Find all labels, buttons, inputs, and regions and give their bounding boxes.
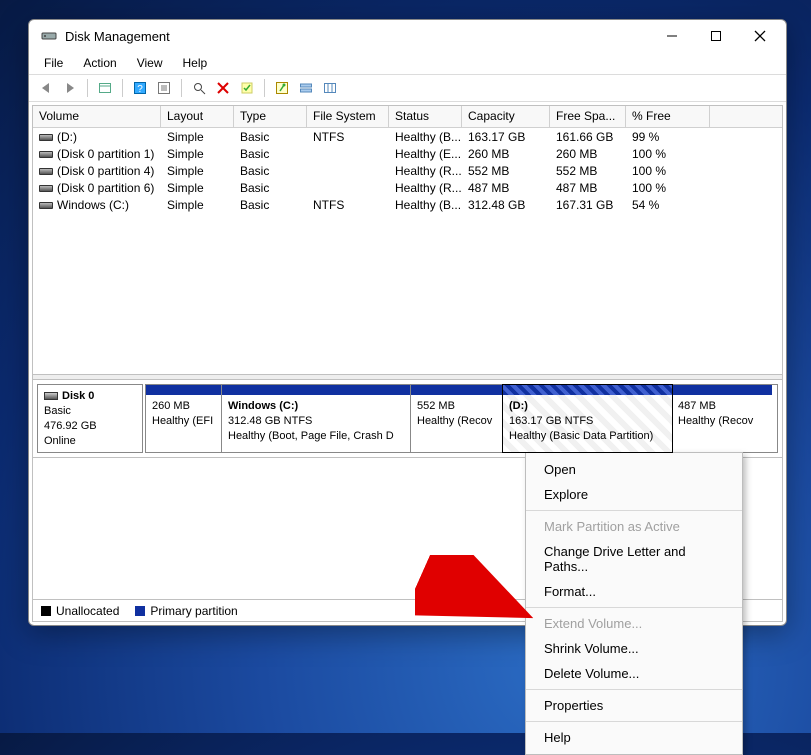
ctx-separator [526, 721, 742, 722]
table-row[interactable]: (Disk 0 partition 1)SimpleBasicHealthy (… [33, 145, 782, 162]
column-status[interactable]: Status [389, 106, 462, 127]
disk-list-button[interactable] [295, 77, 317, 99]
toolbar-separator [87, 79, 88, 97]
ctx-explore[interactable]: Explore [526, 482, 742, 507]
toolbar-separator [122, 79, 123, 97]
column-layout[interactable]: Layout [161, 106, 234, 127]
toolbar: ? [29, 74, 786, 102]
volume-list[interactable]: (D:)SimpleBasicNTFSHealthy (B...163.17 G… [33, 128, 782, 374]
disk-name: Disk 0 [62, 390, 94, 402]
disk-icon [44, 392, 58, 400]
ctx-delete[interactable]: Delete Volume... [526, 661, 742, 686]
legend-primary: Primary partition [135, 604, 237, 618]
ctx-help[interactable]: Help [526, 725, 742, 750]
ctx-open[interactable]: Open [526, 457, 742, 482]
partition[interactable]: Windows (C:)312.48 GB NTFSHealthy (Boot,… [222, 385, 411, 452]
partition[interactable]: 260 MBHealthy (EFI [146, 385, 222, 452]
help-button[interactable]: ? [129, 77, 151, 99]
window-title: Disk Management [65, 29, 650, 44]
ctx-extend: Extend Volume... [526, 611, 742, 636]
ctx-change-letter[interactable]: Change Drive Letter and Paths... [526, 539, 742, 579]
ctx-separator [526, 607, 742, 608]
menu-action[interactable]: Action [74, 54, 125, 72]
app-icon [41, 28, 57, 44]
disk-info[interactable]: Disk 0 Basic 476.92 GB Online [37, 384, 143, 453]
table-row[interactable]: (D:)SimpleBasicNTFSHealthy (B...163.17 G… [33, 128, 782, 145]
table-row[interactable]: (Disk 0 partition 4)SimpleBasicHealthy (… [33, 162, 782, 179]
titlebar: Disk Management [29, 20, 786, 52]
column-free[interactable]: Free Spa... [550, 106, 626, 127]
ctx-format[interactable]: Format... [526, 579, 742, 604]
disk-type: Basic [44, 405, 71, 417]
show-hide-console-button[interactable] [94, 77, 116, 99]
svg-text:?: ? [137, 84, 143, 95]
disk-row: Disk 0 Basic 476.92 GB Online 260 MBHeal… [33, 380, 782, 458]
menubar: File Action View Help [29, 52, 786, 74]
volume-list-button[interactable] [319, 77, 341, 99]
ctx-shrink[interactable]: Shrink Volume... [526, 636, 742, 661]
column-volume[interactable]: Volume [33, 106, 161, 127]
maximize-button[interactable] [694, 21, 738, 51]
menu-view[interactable]: View [128, 54, 172, 72]
legend-unallocated: Unallocated [41, 604, 119, 618]
partition[interactable]: 487 MBHealthy (Recov [672, 385, 772, 452]
partition[interactable]: (D:)163.17 GB NTFSHealthy (Basic Data Pa… [502, 384, 673, 453]
table-row[interactable]: Windows (C:)SimpleBasicNTFSHealthy (B...… [33, 196, 782, 213]
ctx-separator [526, 510, 742, 511]
disk-size: 476.92 GB [44, 420, 97, 432]
refresh-button[interactable] [236, 77, 258, 99]
delete-button[interactable] [212, 77, 234, 99]
ctx-mark-active: Mark Partition as Active [526, 514, 742, 539]
context-menu: Open Explore Mark Partition as Active Ch… [525, 452, 743, 755]
column-capacity[interactable]: Capacity [462, 106, 550, 127]
back-button[interactable] [35, 77, 57, 99]
table-row[interactable]: (Disk 0 partition 6)SimpleBasicHealthy (… [33, 179, 782, 196]
toolbar-separator [264, 79, 265, 97]
toolbar-separator [181, 79, 182, 97]
column-filesystem[interactable]: File System [307, 106, 389, 127]
forward-button[interactable] [59, 77, 81, 99]
settings-button[interactable] [271, 77, 293, 99]
volume-icon [39, 134, 53, 141]
close-button[interactable] [738, 21, 782, 51]
volume-list-header: Volume Layout Type File System Status Ca… [33, 106, 782, 128]
menu-file[interactable]: File [35, 54, 72, 72]
minimize-button[interactable] [650, 21, 694, 51]
partition[interactable]: 552 MBHealthy (Recov [411, 385, 503, 452]
disk-status: Online [44, 435, 76, 447]
ctx-separator [526, 689, 742, 690]
ctx-properties[interactable]: Properties [526, 693, 742, 718]
explore-button[interactable] [188, 77, 210, 99]
volume-icon [39, 185, 53, 192]
volume-icon [39, 202, 53, 209]
menu-help[interactable]: Help [174, 54, 217, 72]
partition-strip: 260 MBHealthy (EFIWindows (C:)312.48 GB … [145, 384, 778, 453]
volume-icon [39, 151, 53, 158]
volume-icon [39, 168, 53, 175]
column-pctfree[interactable]: % Free [626, 106, 710, 127]
column-type[interactable]: Type [234, 106, 307, 127]
properties-button[interactable] [153, 77, 175, 99]
